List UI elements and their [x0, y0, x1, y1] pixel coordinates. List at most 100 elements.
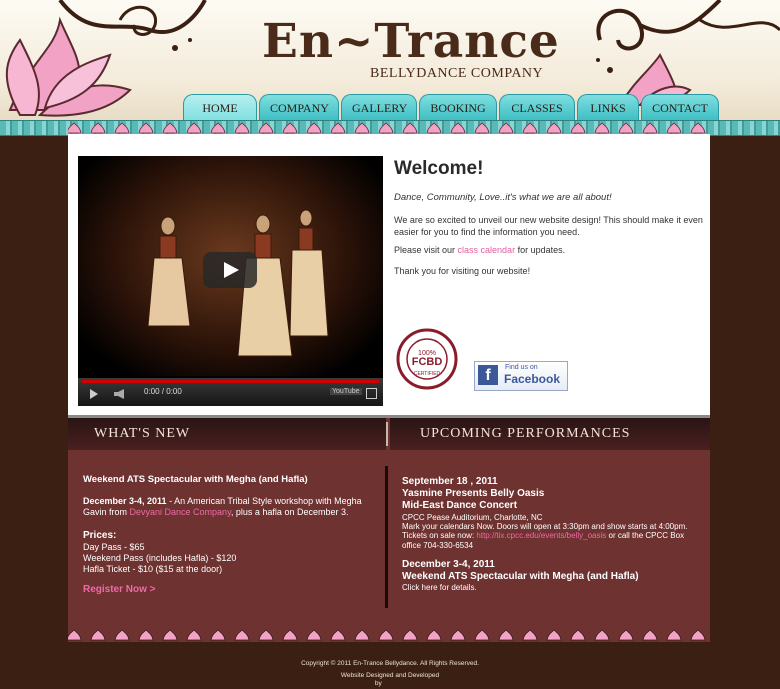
- video-player[interactable]: 0:00 / 0:00 YouTube: [78, 156, 383, 406]
- video-controls: 0:00 / 0:00 YouTube: [78, 378, 383, 406]
- site-logo-subtitle: BELLYDANCE COMPANY: [370, 66, 544, 81]
- lotus-ornament: [68, 122, 82, 134]
- lotus-ornament: [258, 122, 274, 134]
- para2-suffix: for updates.: [515, 245, 566, 255]
- devyani-link[interactable]: Devyani Dance Company: [130, 507, 231, 517]
- lotus-ornament: [90, 629, 106, 641]
- column-divider: [385, 466, 388, 608]
- lotus-ornament: [594, 122, 610, 134]
- facebook-icon: f: [478, 365, 498, 385]
- designer-link[interactable]: [384, 680, 406, 687]
- play-icon[interactable]: [90, 389, 98, 399]
- lotus-ornament: [378, 122, 394, 134]
- nav-links[interactable]: LINKS: [577, 94, 639, 121]
- lotus-ornament: [474, 122, 490, 134]
- lotus-ornament: [306, 122, 322, 134]
- lotus-ornament: [162, 122, 178, 134]
- nav-contact[interactable]: CONTACT: [641, 94, 719, 121]
- lotus-ornament: [426, 122, 442, 134]
- lotus-ornament: [186, 629, 202, 641]
- lotus-ornament: [138, 629, 154, 641]
- lotus-ornament: [570, 629, 586, 641]
- fullscreen-icon[interactable]: [366, 388, 377, 399]
- facebook-small-label: Find us on: [505, 364, 538, 371]
- nav-home[interactable]: HOME: [183, 94, 257, 121]
- lotus-ornament: [642, 629, 658, 641]
- lotus-border-top: [68, 122, 706, 134]
- prices-heading: Prices:: [83, 530, 117, 541]
- lotus-ornament: [498, 122, 514, 134]
- para2-prefix: Please visit our: [394, 245, 458, 255]
- price-item: Day Pass - $65: [83, 542, 145, 552]
- event-2-title: Weekend ATS Spectacular with Megha (and …: [402, 571, 639, 582]
- lotus-ornament: [234, 122, 250, 134]
- credit-prefix: by: [374, 680, 384, 687]
- lotus-ornament: [66, 629, 82, 641]
- play-button[interactable]: [203, 252, 257, 288]
- lotus-ornament: [402, 122, 418, 134]
- lotus-ornament: [666, 629, 682, 641]
- whats-new-heading: WHAT'S NEW: [68, 418, 386, 450]
- event-1-title: Yasmine Presents Belly Oasis: [402, 488, 545, 499]
- nav-gallery[interactable]: GALLERY: [341, 94, 417, 121]
- lotus-ornament: [618, 629, 634, 641]
- lotus-ornament: [378, 629, 394, 641]
- lotus-ornament: [474, 629, 490, 641]
- lotus-ornament: [450, 122, 466, 134]
- video-progress-bar[interactable]: [82, 380, 379, 383]
- copyright-text: Copyright © 2011 En-Trance Bellydance. A…: [301, 660, 479, 667]
- youtube-logo[interactable]: YouTube: [330, 388, 362, 395]
- register-now-link[interactable]: Register Now >: [83, 584, 373, 595]
- lotus-ornament: [546, 629, 562, 641]
- heading-divider: [386, 422, 388, 446]
- lotus-ornament: [114, 629, 130, 641]
- lotus-ornament: [402, 629, 418, 641]
- site-logo-title[interactable]: En~Trance: [262, 14, 562, 69]
- welcome-paragraph-2: Please visit our class calendar for upda…: [394, 244, 704, 256]
- badge-text: FCBD: [412, 356, 443, 368]
- lotus-row-bottom: [66, 629, 706, 641]
- lotus-ornament: [426, 629, 442, 641]
- lotus-ornament: [594, 629, 610, 641]
- lotus-ornament: [522, 629, 538, 641]
- lotus-ornament: [186, 122, 202, 134]
- lotus-ornament: [330, 122, 346, 134]
- lotus-ornament: [282, 629, 298, 641]
- welcome-paragraph-3: Thank you for visiting our website!: [394, 266, 531, 276]
- lotus-ornament: [546, 122, 562, 134]
- volume-icon[interactable]: [114, 389, 124, 399]
- event-1-date: September 18 , 2011: [402, 476, 498, 487]
- lotus-ornament: [522, 122, 538, 134]
- event-1-tickets: Tickets on sale now: http://tix.cpcc.edu…: [402, 531, 702, 551]
- lotus-ornament: [570, 122, 586, 134]
- video-time: 0:00 / 0:00: [144, 387, 182, 396]
- lotus-ornament: [666, 122, 682, 134]
- tickets-link[interactable]: http://tix.cpcc.edu/events/belly_oasis: [476, 531, 606, 540]
- lower-panel: WHAT'S NEW UPCOMING PERFORMANCES Weekend…: [68, 418, 710, 640]
- lotus-ornament: [498, 629, 514, 641]
- fcbd-certified-badge[interactable]: 100% FCBD CERTIFIED: [396, 328, 458, 390]
- lotus-ornament: [690, 629, 706, 641]
- lotus-ornament: [210, 122, 226, 134]
- lotus-ornament: [450, 629, 466, 641]
- news-title: Weekend ATS Spectacular with Megha (and …: [83, 474, 308, 485]
- lotus-ornament: [162, 629, 178, 641]
- facebook-big-label: Facebook: [504, 372, 561, 386]
- lotus-ornament: [90, 122, 106, 134]
- nav-classes[interactable]: CLASSES: [499, 94, 575, 121]
- class-calendar-link[interactable]: class calendar: [458, 245, 516, 255]
- nav-booking[interactable]: BOOKING: [419, 94, 497, 121]
- lotus-ornament: [690, 122, 706, 134]
- nav-company[interactable]: COMPANY: [259, 94, 339, 121]
- credit-line-1: Website Designed and Developed: [340, 672, 440, 679]
- lotus-ornament: [210, 629, 226, 641]
- upcoming-performances-heading: UPCOMING PERFORMANCES: [390, 418, 710, 450]
- site-header: En~Trance BELLYDANCE COMPANY HOME COMPAN…: [0, 0, 780, 122]
- event-2-details-link[interactable]: Click here for details.: [402, 583, 702, 593]
- main-navigation: HOME COMPANY GALLERY BOOKING CLASSES LIN…: [183, 94, 719, 122]
- lotus-ornament: [618, 122, 634, 134]
- lotus-ornament: [234, 629, 250, 641]
- lotus-ornament: [354, 122, 370, 134]
- lotus-ornament: [306, 629, 322, 641]
- facebook-button[interactable]: f Find us on Facebook: [474, 361, 568, 391]
